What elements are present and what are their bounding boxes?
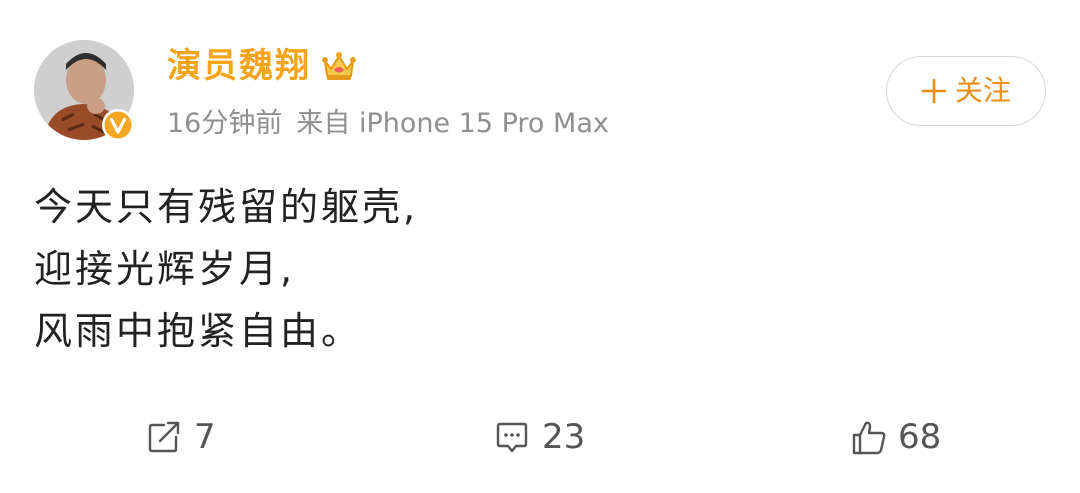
follow-button[interactable]: 关注: [886, 56, 1046, 126]
post-text-line: 迎接光辉岁月,: [34, 247, 296, 291]
post-text-line: 今天只有残留的躯壳,: [34, 185, 419, 229]
thumbs-up-icon: [850, 419, 886, 455]
like-button[interactable]: 68: [850, 412, 941, 462]
avatar-container[interactable]: [34, 40, 135, 142]
plus-icon: [921, 78, 947, 104]
post-source: 来自 iPhone 15 Pro Max: [296, 108, 609, 139]
comment-button[interactable]: 23: [494, 412, 585, 462]
comment-count: 23: [542, 417, 586, 457]
post-meta: 16分钟前 来自 iPhone 15 Pro Max: [167, 104, 609, 144]
author-row: 演员魏翔: [167, 38, 357, 94]
post-text-line: 风雨中抱紧自由。: [34, 309, 363, 353]
repost-count: 7: [194, 417, 216, 457]
post-time: 16分钟前: [167, 108, 283, 139]
crown-icon[interactable]: [321, 50, 357, 82]
author-name[interactable]: 演员魏翔: [167, 38, 311, 94]
share-icon: [146, 419, 182, 455]
comment-icon: [494, 419, 530, 455]
verified-badge-icon: [101, 108, 135, 142]
repost-button[interactable]: 7: [146, 412, 216, 462]
post-content: 今天只有残留的躯壳, 迎接光辉岁月, 风雨中抱紧自由。: [34, 176, 1044, 362]
like-count: 68: [898, 417, 942, 457]
follow-label: 关注: [954, 74, 1011, 107]
